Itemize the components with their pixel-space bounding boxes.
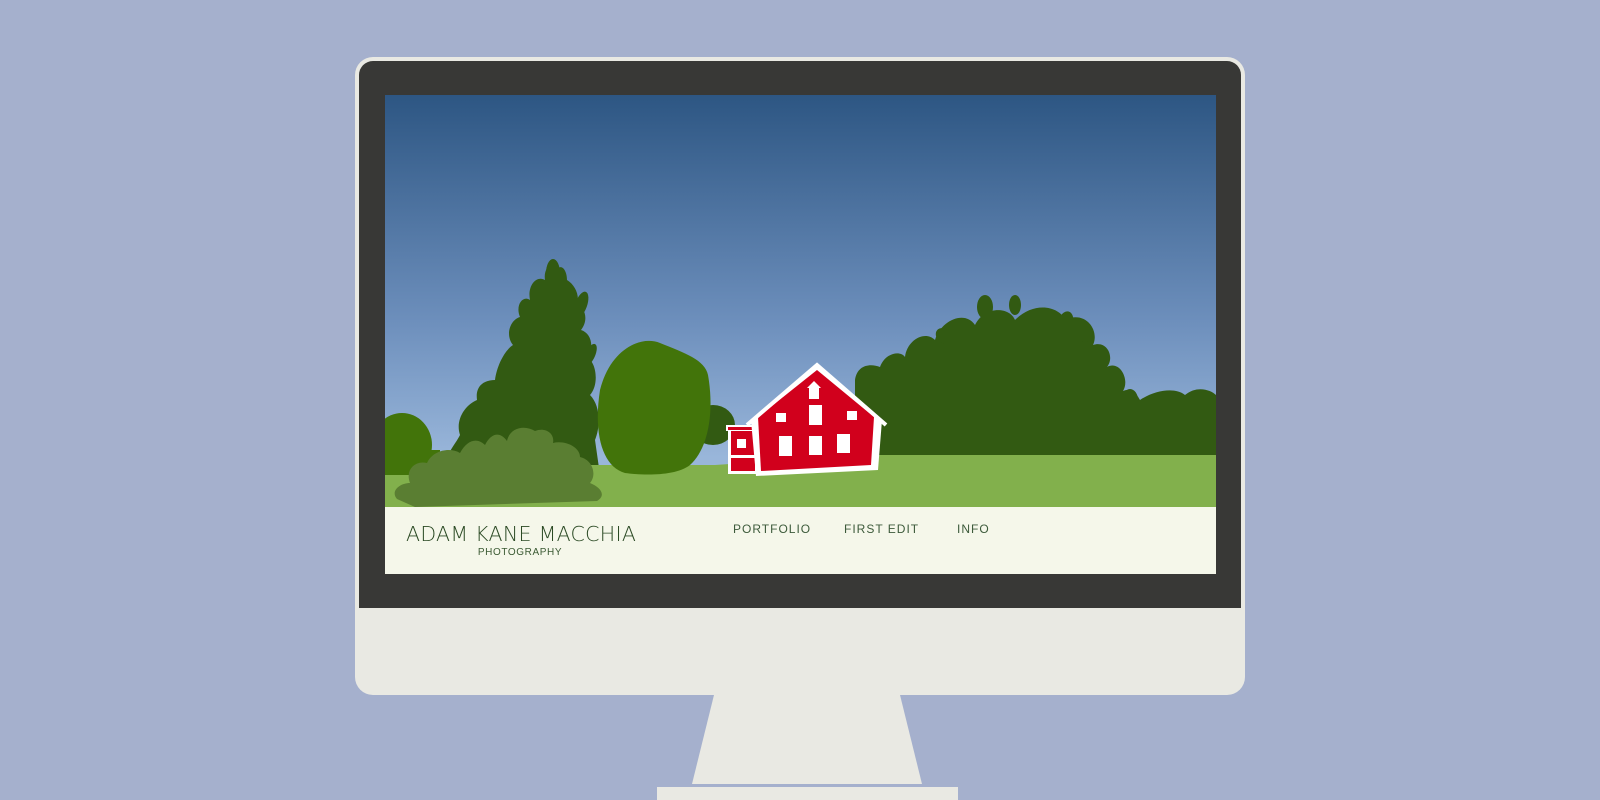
nav-info[interactable]: INFO	[957, 522, 990, 536]
round-tree	[597, 340, 711, 475]
brand-subtitle: PHOTOGRAPHY	[477, 547, 563, 558]
hero-illustration	[385, 95, 1216, 507]
nav-portfolio[interactable]: PORTFOLIO	[733, 522, 811, 536]
site-header: ADAM KANE MACCHIA PHOTOGRAPHY PORTFOLIO …	[385, 507, 1216, 574]
brand-name[interactable]: ADAM KANE MACCHIA	[406, 522, 636, 546]
website-screen: ADAM KANE MACCHIA PHOTOGRAPHY PORTFOLIO …	[385, 95, 1216, 574]
nav-first-edit[interactable]: FIRST EDIT	[844, 522, 919, 536]
